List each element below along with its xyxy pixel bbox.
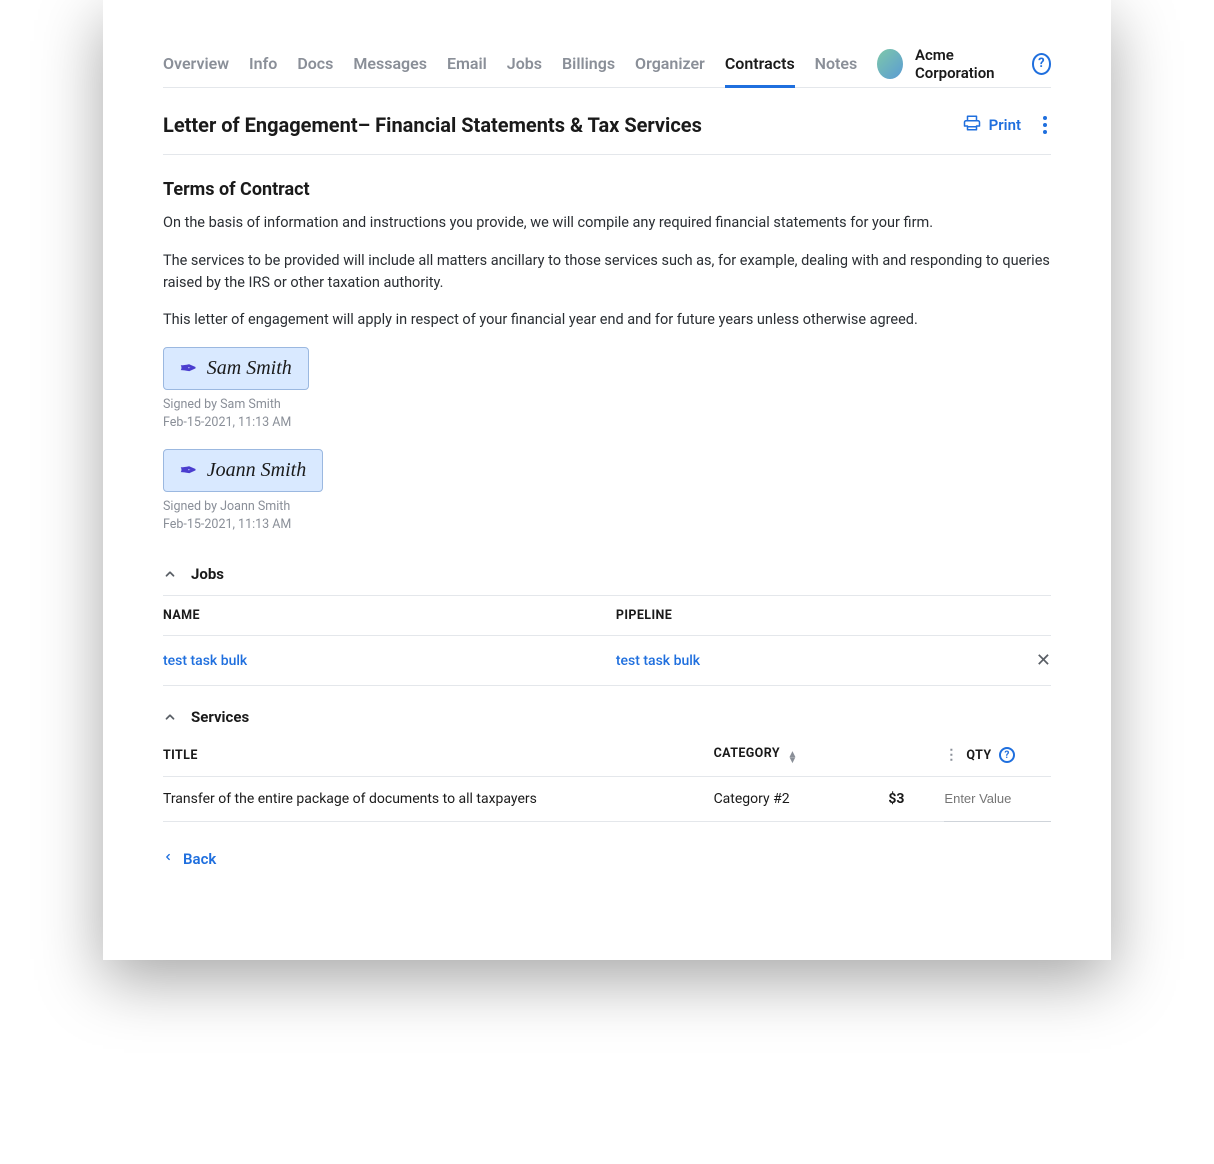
sort-icon[interactable]: ▲▼: [787, 752, 797, 764]
print-label: Print: [989, 116, 1021, 134]
signature-block: ✒︎ Joann Smith Signed by Joann Smith Feb…: [163, 449, 1051, 533]
chevron-up-icon: [163, 567, 177, 581]
jobs-section-label: Jobs: [191, 565, 224, 583]
job-name-link[interactable]: test task bulk: [163, 653, 247, 669]
tab-info[interactable]: Info: [249, 40, 277, 87]
qty-input[interactable]: [944, 791, 1034, 806]
services-col-category[interactable]: CATEGORY: [714, 746, 780, 761]
document-title: Letter of Engagement– Financial Statemen…: [163, 113, 702, 137]
service-price: $3: [873, 777, 944, 822]
signed-timestamp: Feb-15-2021, 11:13 AM: [163, 516, 1051, 534]
signature-box: ✒︎ Joann Smith: [163, 449, 323, 492]
tab-overview[interactable]: Overview: [163, 40, 229, 87]
table-row: test task bulk test task bulk ✕: [163, 636, 1051, 686]
chevron-up-icon: [163, 710, 177, 724]
close-icon[interactable]: ✕: [1036, 650, 1051, 671]
tabs-bar: Overview Info Docs Messages Email Jobs B…: [163, 40, 1051, 88]
tab-messages[interactable]: Messages: [353, 40, 427, 87]
jobs-table: NAME PIPELINE test task bulk test task b…: [163, 596, 1051, 686]
jobs-col-name: NAME: [163, 596, 616, 636]
drag-handle-icon[interactable]: ⋮: [944, 747, 958, 763]
tab-notes[interactable]: Notes: [815, 40, 858, 87]
tab-organizer[interactable]: Organizer: [635, 40, 705, 87]
signature-block: ✒︎ Sam Smith Signed by Sam Smith Feb-15-…: [163, 347, 1051, 431]
services-table: TITLE CATEGORY ▲▼ ⋮ QTY ? Transfer of th…: [163, 734, 1051, 822]
signature-box: ✒︎ Sam Smith: [163, 347, 309, 390]
signature-mark-icon: ✒︎: [180, 458, 197, 483]
print-button[interactable]: Print: [963, 114, 1021, 136]
services-col-qty: QTY: [966, 748, 991, 763]
back-label: Back: [183, 850, 216, 868]
signed-timestamp: Feb-15-2021, 11:13 AM: [163, 414, 1051, 432]
tab-jobs[interactable]: Jobs: [507, 40, 542, 87]
tab-contracts[interactable]: Contracts: [725, 40, 795, 87]
terms-paragraph: This letter of engagement will apply in …: [163, 309, 1051, 331]
tab-docs[interactable]: Docs: [297, 40, 333, 87]
help-icon[interactable]: ?: [1032, 53, 1051, 75]
jobs-section-toggle[interactable]: Jobs: [163, 551, 1051, 596]
terms-paragraph: The services to be provided will include…: [163, 250, 1051, 294]
tab-billings[interactable]: Billings: [562, 40, 615, 87]
tab-email[interactable]: Email: [447, 40, 487, 87]
table-row: Transfer of the entire package of docume…: [163, 777, 1051, 822]
help-icon[interactable]: ?: [999, 747, 1015, 763]
services-col-title: TITLE: [163, 734, 714, 777]
terms-heading: Terms of Contract: [163, 179, 1051, 200]
job-pipeline-link[interactable]: test task bulk: [616, 653, 700, 669]
signature-name: Joann Smith: [207, 459, 306, 482]
signed-by-text: Signed by Sam Smith: [163, 396, 1051, 414]
back-button[interactable]: Back: [163, 850, 216, 868]
signed-by-text: Signed by Joann Smith: [163, 498, 1051, 516]
services-section-toggle[interactable]: Services: [163, 694, 1051, 734]
signature-mark-icon: ✒︎: [180, 356, 197, 381]
chevron-left-icon: [163, 850, 173, 868]
more-menu-button[interactable]: [1039, 112, 1051, 138]
print-icon: [963, 114, 981, 136]
signature-name: Sam Smith: [207, 357, 292, 380]
company-name: Acme Corporation: [915, 46, 1020, 82]
avatar[interactable]: [877, 49, 903, 79]
terms-paragraph: On the basis of information and instruct…: [163, 212, 1051, 234]
jobs-col-pipeline: PIPELINE: [616, 596, 1011, 636]
service-title: Transfer of the entire package of docume…: [163, 777, 714, 822]
service-category: Category #2: [714, 777, 874, 822]
services-section-label: Services: [191, 708, 249, 726]
